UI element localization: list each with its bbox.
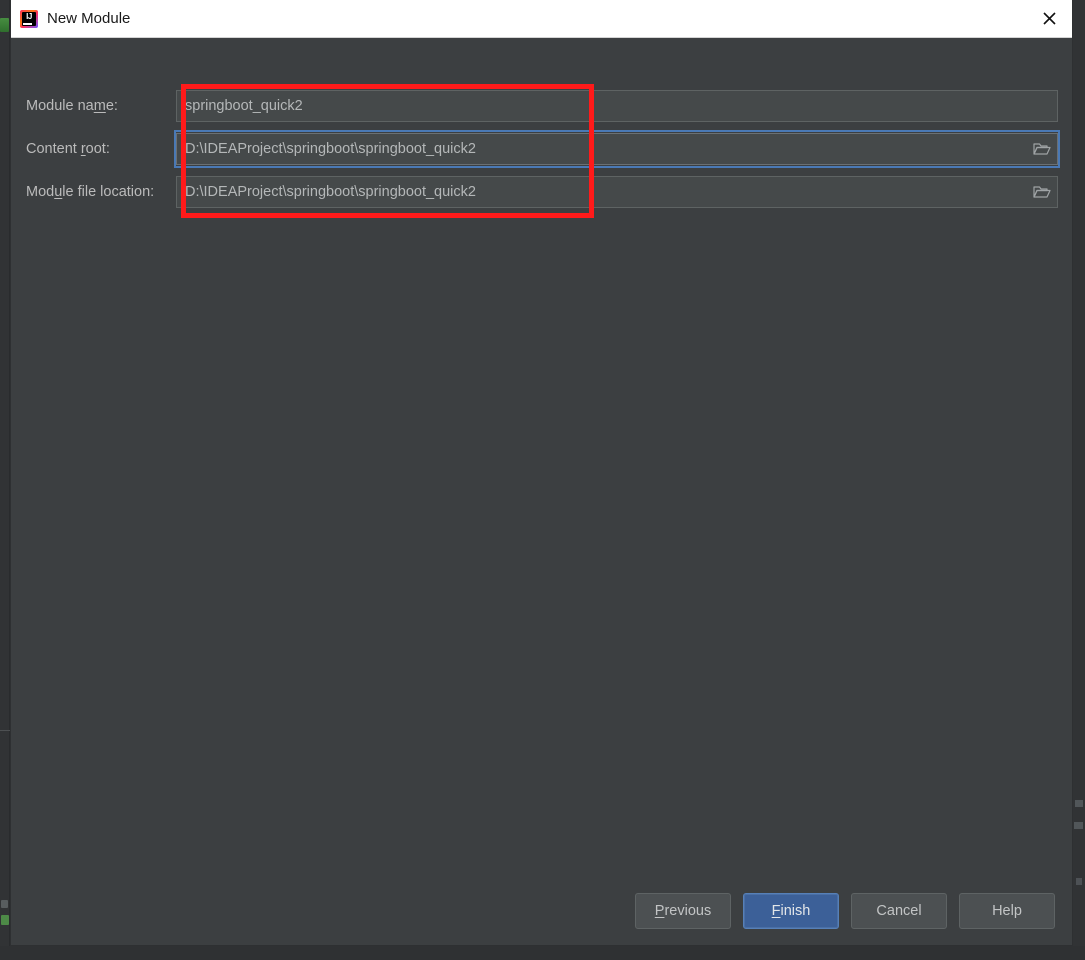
field-wrap-module-name: springboot_quick2 xyxy=(176,90,1058,122)
close-icon[interactable] xyxy=(1026,0,1072,38)
cancel-button[interactable]: Cancel xyxy=(851,893,947,929)
form-row-module-name: Module name: springboot_quick2 xyxy=(11,90,1058,122)
dialog-form-area: Module name: springboot_quick2 Content r… xyxy=(11,38,1072,877)
dialog-title: New Module xyxy=(47,10,131,27)
ide-right-text-fragment-c xyxy=(1076,878,1082,885)
folder-browse-icon-content-root[interactable] xyxy=(1033,142,1051,157)
ide-right-text-fragment-b xyxy=(1074,822,1083,829)
form-row-module-file-location: Module file location: D:\IDEAProject\spr… xyxy=(11,176,1058,208)
folder-browse-icon-module-file-location[interactable] xyxy=(1033,185,1051,200)
ide-right-text-fragment-a xyxy=(1075,800,1083,807)
ide-tool-icon-top[interactable] xyxy=(0,18,9,32)
module-file-location-input[interactable]: D:\IDEAProject\springboot\springboot_qui… xyxy=(176,176,1058,208)
ide-right-panel[interactable] xyxy=(1073,0,1085,960)
content-root-input[interactable]: D:\IDEAProject\springboot\springboot_qui… xyxy=(176,133,1058,165)
ide-left-divider xyxy=(0,730,10,731)
ide-tool-icon-bottom-secondary[interactable] xyxy=(1,900,8,908)
ide-status-bar xyxy=(0,946,1085,960)
label-content-root: Content root: xyxy=(26,141,110,157)
label-module-file-location: Module file location: xyxy=(26,184,155,200)
ide-tool-icon-bottom[interactable] xyxy=(1,915,9,925)
label-module-name: Module name: xyxy=(26,98,118,114)
help-button[interactable]: Help xyxy=(959,893,1055,929)
field-wrap-module-file-location: D:\IDEAProject\springboot\springboot_qui… xyxy=(176,176,1058,208)
intellij-idea-icon: IJ xyxy=(20,9,38,28)
dialog-button-bar: Previous Finish Cancel Help xyxy=(11,877,1072,945)
new-module-dialog: IJ New Module Module name: springboot_qu… xyxy=(10,0,1073,946)
form-row-content-root: Content root: D:\IDEAProject\springboot\… xyxy=(11,130,1060,168)
dialog-titlebar: IJ New Module xyxy=(11,0,1072,38)
finish-button[interactable]: Finish xyxy=(743,893,839,929)
field-wrap-content-root: D:\IDEAProject\springboot\springboot_qui… xyxy=(174,130,1060,168)
module-name-input[interactable]: springboot_quick2 xyxy=(176,90,1058,122)
previous-button[interactable]: Previous xyxy=(635,893,731,929)
ide-left-toolbar[interactable] xyxy=(0,0,10,960)
